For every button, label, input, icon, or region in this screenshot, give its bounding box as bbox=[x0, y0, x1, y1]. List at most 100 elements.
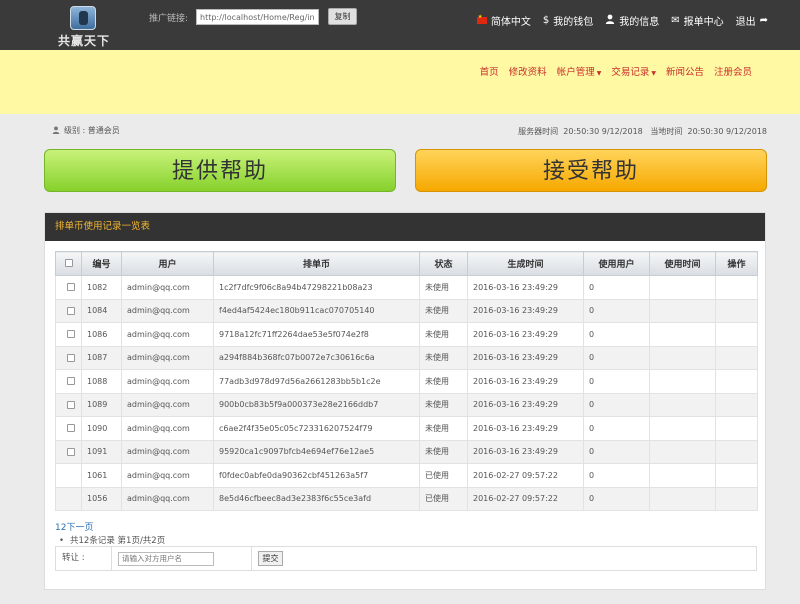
nav-transactions-label: 交易记录 bbox=[611, 67, 650, 78]
select-all-cell[interactable] bbox=[55, 251, 82, 276]
cell-used-by: 0 bbox=[583, 486, 650, 511]
accept-help-button[interactable]: 接受帮助 bbox=[415, 149, 767, 192]
cell-created: 2016-03-16 23:49:29 bbox=[467, 298, 584, 323]
cell-status: 未使用 bbox=[419, 275, 468, 300]
nav-transactions-menu[interactable]: 交易记录 ▼ bbox=[611, 64, 656, 78]
provide-help-button[interactable]: 提供帮助 bbox=[44, 149, 396, 192]
logout-arrow-icon: ➦ bbox=[759, 14, 768, 26]
cell-coin: a294f884b368fc07b0072e7c30616c6a bbox=[213, 345, 420, 370]
row-checkbox[interactable] bbox=[67, 306, 75, 315]
cell-id: 1084 bbox=[81, 298, 122, 323]
cell-actions bbox=[715, 275, 758, 300]
cell-status: 未使用 bbox=[419, 345, 468, 370]
cell-coin: 9718a12fc71ff2264dae53e5f074e2f8 bbox=[213, 322, 420, 347]
next-page-link[interactable]: 12下一页 bbox=[55, 520, 93, 533]
select-all-checkbox[interactable] bbox=[64, 259, 73, 267]
cell-used-at bbox=[649, 275, 716, 300]
column-header: 操作 bbox=[715, 251, 758, 276]
row-checkbox[interactable] bbox=[67, 424, 75, 433]
cell-select bbox=[55, 369, 82, 394]
cell-user: admin@qq.com bbox=[121, 345, 214, 370]
transfer-submit-cell: 提交 bbox=[252, 551, 283, 566]
table-row: 1090 admin@qq.com c6ae2f4f35e05c05c7233162… bbox=[55, 416, 758, 441]
transfer-username-input[interactable] bbox=[118, 551, 214, 566]
order-center-label: 报单中心 bbox=[683, 16, 724, 28]
chevron-down-icon: ▼ bbox=[596, 70, 602, 77]
cell-id: 1089 bbox=[81, 392, 122, 417]
wallet-link[interactable]: $ 我的钱包 bbox=[543, 13, 593, 28]
cell-id: 1086 bbox=[81, 322, 122, 347]
nav-edit-profile[interactable]: 修改资料 bbox=[509, 64, 547, 78]
cell-used-by: 0 bbox=[583, 322, 650, 347]
cell-actions bbox=[715, 345, 758, 370]
cell-actions bbox=[715, 439, 758, 464]
top-bar: 共赢天下 推广链接: 复制 简体中文 $ 我的钱包 我的信息 ✉ 报单中心 退出… bbox=[0, 0, 800, 50]
bullet-icon: • bbox=[59, 536, 65, 546]
order-center-link[interactable]: ✉ 报单中心 bbox=[671, 13, 723, 28]
cell-id: 1087 bbox=[81, 345, 122, 370]
cell-coin: f4ed4af5424ec180b911cac070705140 bbox=[213, 298, 420, 323]
cell-select bbox=[55, 463, 82, 488]
cell-created: 2016-03-16 23:49:29 bbox=[467, 439, 584, 464]
column-header: 编号 bbox=[81, 251, 122, 276]
cell-actions bbox=[715, 298, 758, 323]
row-checkbox[interactable] bbox=[67, 330, 75, 339]
row-checkbox[interactable] bbox=[67, 377, 75, 386]
promo-link-input[interactable] bbox=[196, 9, 319, 25]
site-logo[interactable]: 共赢天下 bbox=[54, 6, 114, 48]
row-checkbox[interactable] bbox=[67, 353, 75, 362]
cell-used-at bbox=[649, 439, 716, 464]
cell-actions bbox=[715, 416, 758, 441]
cell-status: 已使用 bbox=[419, 486, 468, 511]
table-row: 1086 admin@qq.com 9718a12fc71ff2264dae53e5… bbox=[55, 322, 758, 347]
record-summary: • 共12条记录 第1页/共2页 bbox=[59, 534, 165, 546]
coin-table: 编号 用户 排单币 状态 生成时间 使用用户 使用时间 操作 1082 admin… bbox=[55, 251, 758, 511]
cell-status: 未使用 bbox=[419, 322, 468, 347]
row-checkbox[interactable] bbox=[67, 447, 75, 456]
cell-select bbox=[55, 275, 82, 300]
logo-text: 共赢天下 bbox=[57, 34, 110, 48]
cell-status: 未使用 bbox=[419, 416, 468, 441]
my-info-label: 我的信息 bbox=[619, 16, 660, 28]
column-header: 状态 bbox=[419, 251, 468, 276]
cell-used-at bbox=[649, 369, 716, 394]
nav-home[interactable]: 首页 bbox=[480, 64, 499, 78]
my-info-link[interactable]: 我的信息 bbox=[605, 13, 659, 28]
table-row: 1088 admin@qq.com 77adb3d978d97d56a2661283… bbox=[55, 369, 758, 394]
cell-status: 已使用 bbox=[419, 463, 468, 488]
row-checkbox[interactable] bbox=[67, 400, 75, 409]
language-label: 简体中文 bbox=[490, 16, 531, 28]
cell-coin: 900b0cb83b5f9a000373e28e2166ddb7 bbox=[213, 392, 420, 417]
china-flag-icon bbox=[476, 14, 487, 24]
cell-user: admin@qq.com bbox=[121, 369, 214, 394]
table-row: 1087 admin@qq.com a294f884b368fc07b0072e7c… bbox=[55, 345, 758, 370]
cell-used-by: 0 bbox=[583, 439, 650, 464]
row-checkbox[interactable] bbox=[67, 283, 75, 292]
logout-link[interactable]: 退出 ➦ bbox=[736, 13, 768, 28]
cell-used-by: 0 bbox=[583, 298, 650, 323]
cell-select bbox=[55, 416, 82, 441]
nav-register[interactable]: 注册会员 bbox=[714, 64, 752, 78]
language-link[interactable]: 简体中文 bbox=[476, 13, 531, 28]
cell-id: 1091 bbox=[81, 439, 122, 464]
logo-mark-icon bbox=[70, 6, 96, 30]
wallet-label: 我的钱包 bbox=[553, 16, 594, 28]
header-band bbox=[0, 50, 800, 114]
server-time: 20:50:30 9/12/2018 bbox=[563, 127, 643, 136]
nav-account-menu[interactable]: 帐户管理 ▼ bbox=[557, 64, 602, 78]
cell-user: admin@qq.com bbox=[121, 392, 214, 417]
nav-news[interactable]: 新闻公告 bbox=[666, 64, 704, 78]
cell-used-at bbox=[649, 486, 716, 511]
local-time-label: 当地时间 bbox=[650, 127, 683, 136]
copy-button[interactable]: 复制 bbox=[328, 8, 357, 25]
cell-used-by: 0 bbox=[583, 369, 650, 394]
cell-used-at bbox=[649, 298, 716, 323]
submit-button[interactable]: 提交 bbox=[258, 551, 283, 566]
coin-usage-panel: 排单币使用记录一览表 编号 用户 排单币 状态 生成时间 使用用户 使用时间 操… bbox=[44, 212, 766, 590]
main-nav: 首页 修改资料 帐户管理 ▼ 交易记录 ▼ 新闻公告 注册会员 bbox=[480, 64, 752, 78]
cell-coin: 77adb3d978d97d56a2661283bb5b1c2e bbox=[213, 369, 420, 394]
column-header: 生成时间 bbox=[467, 251, 584, 276]
cell-coin: 95920ca1c9097bfcb4e694ef76e12ae5 bbox=[213, 439, 420, 464]
clock-readouts: 服务器时间 20:50:30 9/12/2018 当地时间 20:50:30 9… bbox=[518, 126, 767, 137]
table-row: 1082 admin@qq.com 1c2f7dfc9f06c8a94b472982… bbox=[55, 275, 758, 300]
